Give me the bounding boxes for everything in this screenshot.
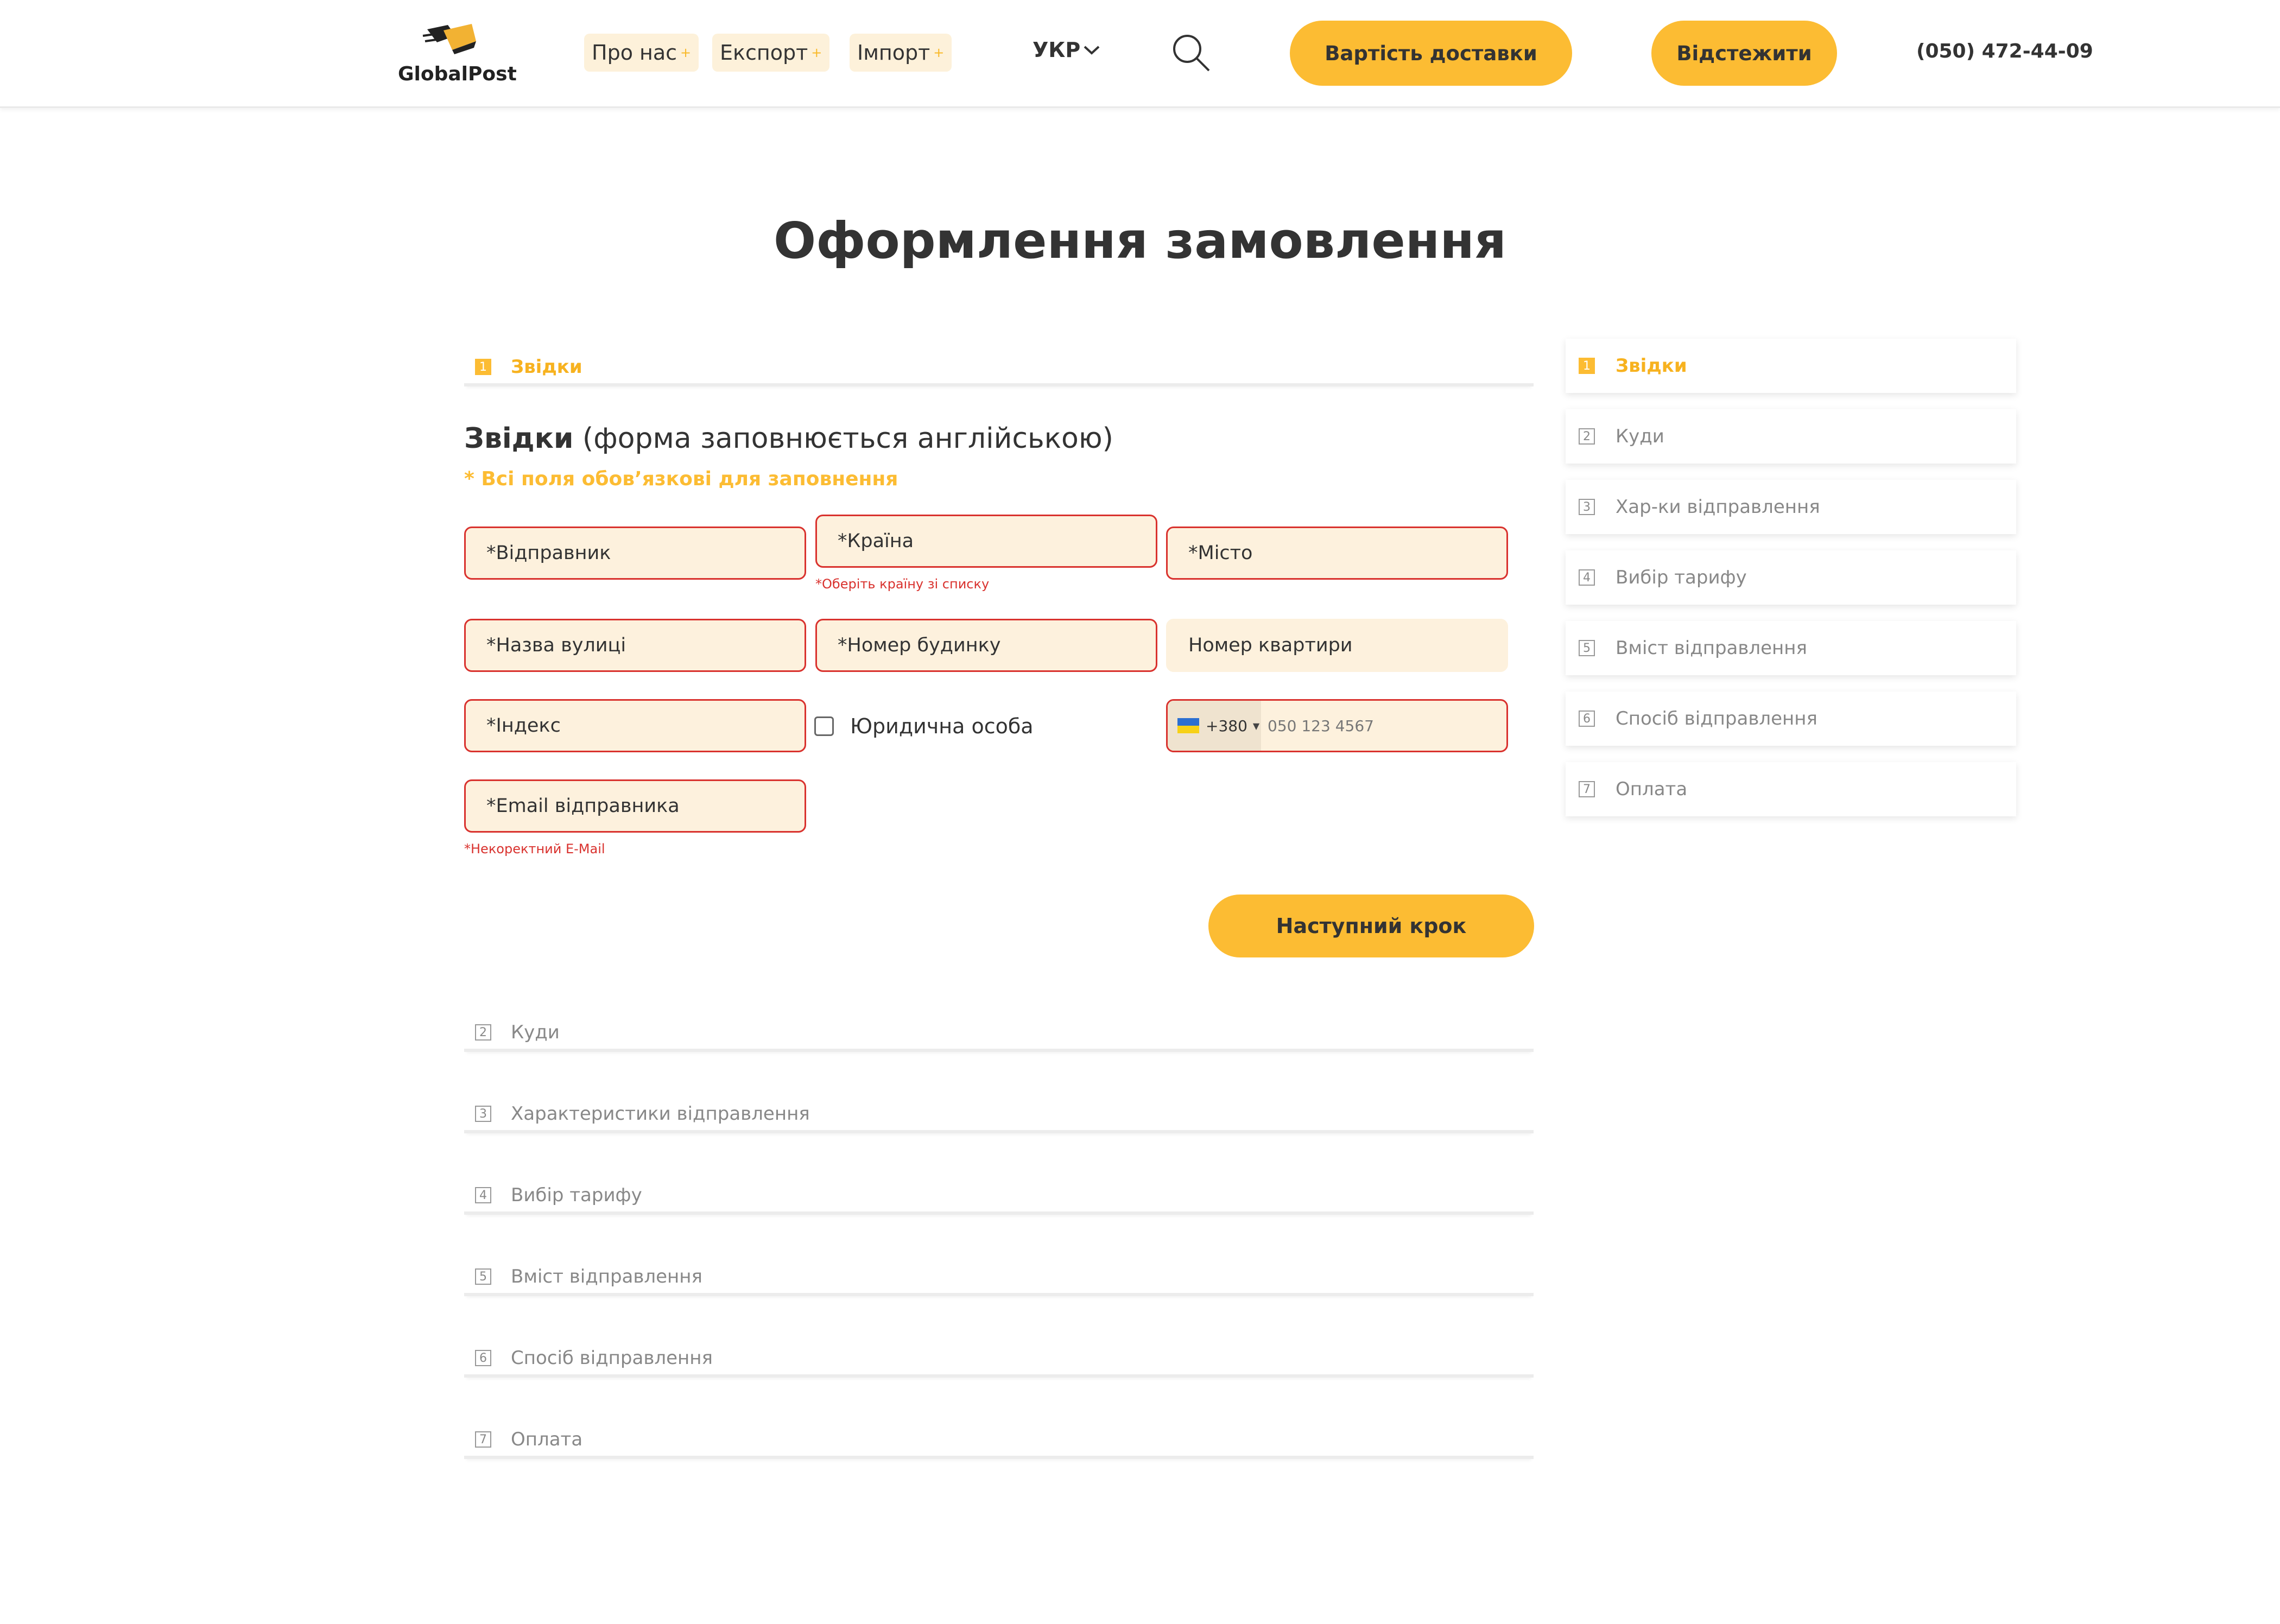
sidebar-step-7[interactable]: 7 Оплата	[1566, 762, 2016, 816]
site-header: GlobalPost Про нас + Експорт + Імпорт + …	[0, 0, 2280, 108]
sidebar-step-6[interactable]: 6 Спосіб відправлення	[1566, 692, 2016, 746]
nav-import[interactable]: Імпорт +	[850, 34, 952, 72]
section-title: Звідки (форма заповнюється англійською)	[464, 422, 1113, 455]
step-number: 6	[1579, 710, 1595, 727]
logo-icon	[422, 24, 476, 54]
step-header-6[interactable]: 6 Спосіб відправлення	[464, 1342, 1534, 1378]
plus-icon: +	[933, 45, 945, 60]
legal-entity-checkbox-row[interactable]: Юридична особа	[814, 714, 1034, 738]
step-label: Характеристики відправлення	[511, 1103, 810, 1125]
sender-placeholder: *Відправник	[486, 542, 611, 564]
phone-placeholder: 050 123 4567	[1268, 716, 1374, 735]
street-placeholder: *Назва вулиці	[486, 635, 626, 656]
track-button[interactable]: Відстежити	[1651, 21, 1837, 86]
step-number: 5	[475, 1268, 491, 1285]
email-field[interactable]: *Email відправника	[464, 779, 806, 833]
step-label: Звідки	[511, 356, 582, 378]
step-number: 7	[1579, 781, 1595, 797]
step-label: Оплата	[511, 1429, 583, 1450]
step-number: 2	[475, 1024, 491, 1041]
apartment-field[interactable]: Номер квартири	[1166, 619, 1508, 672]
language-selector[interactable]: УКР	[1033, 38, 1101, 62]
step-header-4[interactable]: 4 Вибір тарифу	[464, 1179, 1534, 1215]
step-number: 5	[1579, 640, 1595, 656]
chevron-down-icon	[1084, 46, 1100, 55]
search-icon[interactable]	[1170, 31, 1213, 75]
apartment-placeholder: Номер квартири	[1188, 635, 1353, 656]
step-number: 7	[475, 1431, 491, 1448]
step-number: 4	[475, 1187, 491, 1203]
email-placeholder: *Email відправника	[486, 795, 680, 817]
step-number: 2	[1579, 428, 1595, 445]
sidebar-step-label: Куди	[1616, 426, 1664, 447]
phone-country-selector[interactable]: +380 ▼	[1168, 701, 1261, 751]
nav-export[interactable]: Експорт +	[712, 34, 830, 72]
step-label: Куди	[511, 1022, 560, 1043]
step-header-3[interactable]: 3 Характеристики відправлення	[464, 1098, 1534, 1133]
step-number: 1	[475, 359, 491, 375]
step-label: Вибір тарифу	[511, 1184, 642, 1206]
plus-icon: +	[811, 45, 822, 60]
house-number-field[interactable]: *Номер будинку	[815, 619, 1157, 672]
step-header-5[interactable]: 5 Вміст відправлення	[464, 1260, 1534, 1296]
phone-field[interactable]: +380 ▼ 050 123 4567	[1166, 699, 1508, 752]
section-title-note: (форма заповнюється англійською)	[573, 422, 1113, 455]
phone-link[interactable]: (050) 472-44-09	[1916, 40, 2093, 62]
city-field[interactable]: *Місто	[1166, 526, 1508, 580]
sidebar-step-label: Хар-ки відправлення	[1616, 496, 1820, 518]
sidebar-step-5[interactable]: 5 Вміст відправлення	[1566, 621, 2016, 675]
step-number: 4	[1579, 569, 1595, 586]
step-header-1[interactable]: 1 Звідки	[464, 351, 1534, 386]
sidebar-step-3[interactable]: 3 Хар-ки відправлення	[1566, 480, 2016, 534]
sidebar-step-label: Вміст відправлення	[1616, 637, 1807, 659]
section-title-bold: Звідки	[464, 422, 574, 455]
ukraine-flag-icon	[1177, 718, 1199, 733]
step-label: Вміст відправлення	[511, 1266, 702, 1287]
legal-entity-label: Юридична особа	[850, 714, 1034, 738]
house-number-placeholder: *Номер будинку	[838, 635, 1001, 656]
nav-export-label: Експорт	[720, 41, 808, 65]
step-number: 3	[1579, 499, 1595, 515]
sidebar-step-label: Звідки	[1616, 355, 1687, 377]
plus-icon: +	[680, 45, 692, 60]
country-placeholder: *Країна	[838, 530, 914, 552]
sender-field[interactable]: *Відправник	[464, 526, 806, 580]
city-placeholder: *Місто	[1188, 542, 1253, 564]
postal-index-placeholder: *Індекс	[486, 715, 561, 737]
step-header-2[interactable]: 2 Куди	[464, 1016, 1534, 1052]
country-field[interactable]: *Країна	[815, 515, 1157, 568]
phone-code: +380	[1206, 716, 1247, 735]
sidebar-step-label: Вибір тарифу	[1616, 567, 1747, 588]
required-note: * Всі поля обов’язкові для заповнення	[464, 468, 898, 490]
street-field[interactable]: *Назва вулиці	[464, 619, 806, 672]
logo[interactable]: GlobalPost	[394, 20, 518, 90]
next-step-button[interactable]: Наступний крок	[1208, 895, 1534, 957]
step-label: Спосіб відправлення	[511, 1347, 713, 1369]
language-label: УКР	[1033, 38, 1081, 62]
sidebar-step-label: Спосіб відправлення	[1616, 708, 1817, 729]
nav-about-label: Про нас	[592, 41, 677, 65]
step-number: 3	[475, 1106, 491, 1122]
postal-index-field[interactable]: *Індекс	[464, 699, 806, 752]
sidebar-step-2[interactable]: 2 Куди	[1566, 409, 2016, 464]
sidebar-step-1[interactable]: 1 Звідки	[1566, 339, 2016, 393]
nav-import-label: Імпорт	[857, 41, 930, 65]
step-number: 6	[475, 1350, 491, 1366]
step-header-7[interactable]: 7 Оплата	[464, 1423, 1534, 1459]
delivery-cost-button[interactable]: Вартість доставки	[1290, 21, 1572, 86]
sidebar-step-label: Оплата	[1616, 778, 1688, 800]
sidebar-step-4[interactable]: 4 Вибір тарифу	[1566, 550, 2016, 605]
logo-text: GlobalPost	[398, 63, 517, 85]
page-title: Оформлення замовлення	[774, 212, 1506, 270]
email-error: *Некоректний E-Mail	[464, 841, 605, 857]
step-number: 1	[1579, 358, 1595, 374]
country-error: *Оберіть країну зі списку	[815, 576, 990, 592]
caret-down-icon: ▼	[1252, 720, 1260, 731]
legal-entity-checkbox[interactable]	[814, 716, 834, 736]
nav-about[interactable]: Про нас +	[584, 34, 699, 72]
